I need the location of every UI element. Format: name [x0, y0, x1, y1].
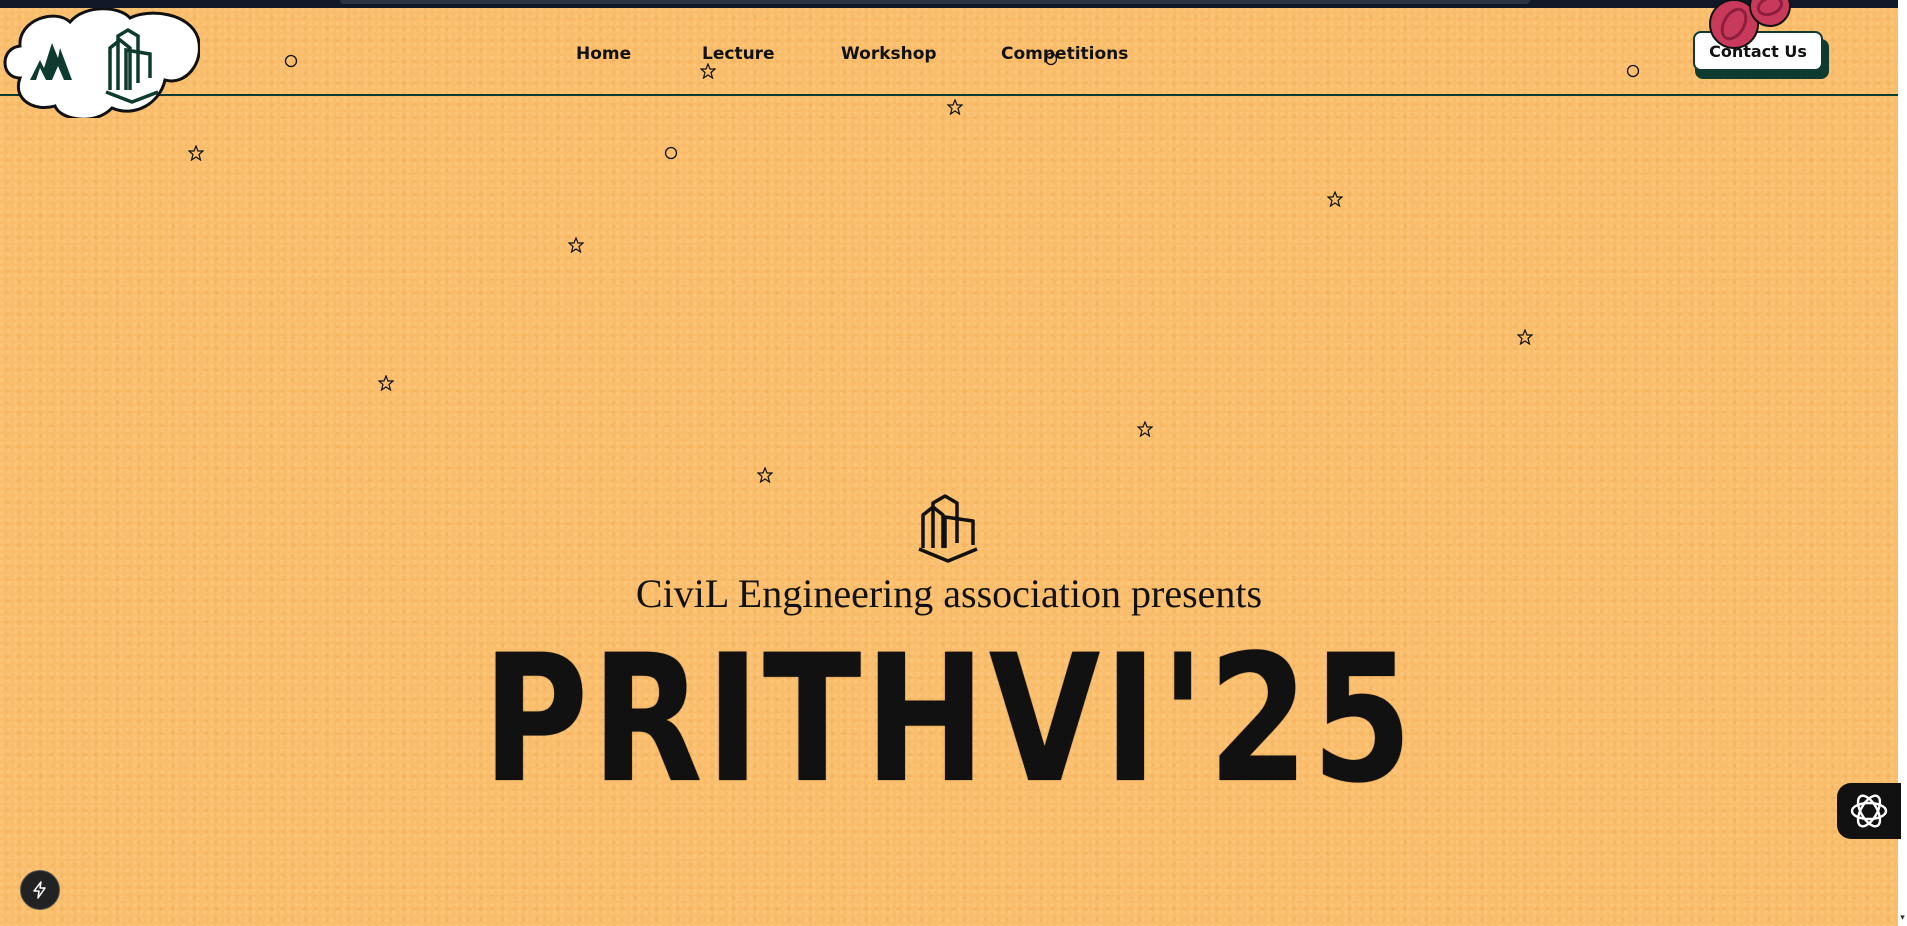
nav-link-home[interactable]: Home [576, 44, 631, 64]
nav-link-competitions[interactable]: Competitions [1001, 44, 1128, 64]
hexagon-flower-icon [1850, 794, 1888, 828]
star-icon [947, 99, 963, 115]
star-icon [700, 63, 716, 79]
star-icon [188, 145, 204, 161]
logo-cloud[interactable] [0, 8, 200, 118]
circle-decoration [1044, 52, 1058, 66]
bolt-button[interactable] [20, 870, 60, 910]
star-icon [757, 467, 773, 483]
circle-decoration [284, 54, 298, 68]
star-icon [1517, 329, 1533, 345]
navbar: Home Lecture Workshop Competitions Conta… [0, 8, 1898, 118]
browser-top-strip [0, 0, 1907, 8]
lightning-bolt-icon [33, 881, 46, 899]
nav-link-workshop[interactable]: Workshop [841, 44, 937, 64]
hero-title: PRITHVI'25 [482, 617, 1416, 822]
browser-top-strip-inner [340, 0, 1530, 4]
star-icon [1137, 421, 1153, 437]
star-icon [568, 237, 584, 253]
planet-decoration [1709, 0, 1791, 49]
scroll-down-arrow-icon[interactable]: ▾ [1898, 912, 1907, 924]
nav-link-lecture[interactable]: Lecture [702, 44, 775, 64]
building-logo-icon [918, 494, 978, 563]
circle-decoration [664, 146, 678, 160]
circle-decoration [1626, 64, 1640, 78]
star-icon [378, 375, 394, 391]
star-icon [1327, 191, 1343, 207]
side-widget-button[interactable] [1837, 783, 1901, 839]
